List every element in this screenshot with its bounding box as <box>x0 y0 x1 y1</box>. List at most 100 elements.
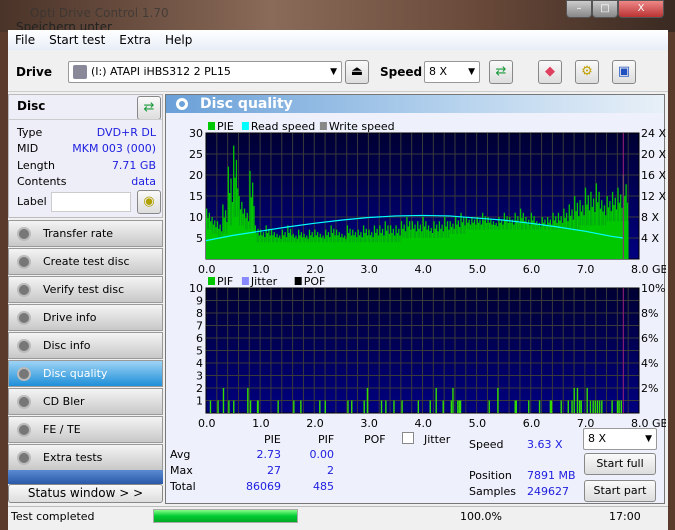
pie-spike <box>360 232 362 259</box>
status-window-button[interactable]: Status window > > <box>8 484 163 503</box>
pie-spike <box>425 221 427 259</box>
pie-spike <box>587 195 589 259</box>
pie-spike <box>390 225 392 259</box>
pif-bar <box>571 400 573 413</box>
erase-button[interactable]: ◆ <box>538 60 562 84</box>
panel-title: Disc quality <box>200 96 293 112</box>
nav-cd-bler[interactable]: CD Bler <box>8 388 163 415</box>
pie-spike <box>212 224 215 259</box>
pie-spike <box>490 219 492 259</box>
y-tick-label: 10 <box>189 211 203 224</box>
pie-spike <box>293 237 296 259</box>
nav-disc-quality[interactable]: Disc quality <box>8 360 163 387</box>
pie-spike <box>337 235 339 259</box>
pie-spike <box>279 235 281 259</box>
nav-verify-test-disc[interactable]: Verify test disc <box>8 276 163 303</box>
x-tick-label: 2.0 <box>306 417 324 430</box>
jitter-checkbox[interactable] <box>402 432 414 444</box>
speed-label: Speed <box>380 65 423 79</box>
menu-start-test[interactable]: Start test <box>42 30 112 50</box>
y-tick-label: 4 <box>196 357 203 370</box>
pie-spike <box>445 226 447 259</box>
nav-fe-te[interactable]: FE / TE <box>8 416 163 443</box>
start-part-button[interactable]: Start part <box>584 480 656 502</box>
settings-button[interactable]: ⚙ <box>575 60 599 84</box>
label-input[interactable] <box>51 192 131 212</box>
y2-tick-label: 8 X <box>641 211 659 224</box>
pie-spike <box>464 225 466 259</box>
nav-create-test-disc[interactable]: Create test disc <box>8 248 163 275</box>
desktop-background: Opti Drive Control 1.70 Speichern unter … <box>0 0 675 34</box>
pie-spike <box>545 224 547 259</box>
pie-spike <box>579 200 581 259</box>
pif-bar <box>528 400 530 413</box>
legend-label: PIE <box>217 120 234 133</box>
pie-spike <box>421 231 423 259</box>
pie-spike <box>496 226 499 259</box>
menu-help[interactable]: Help <box>158 30 199 50</box>
drive-select[interactable]: (I:) ATAPI iHBS312 2 PL15 ▼ <box>68 61 342 83</box>
test-speed-select[interactable]: 8 X ▼ <box>583 428 657 450</box>
pie-spike <box>457 220 459 259</box>
pie-spike <box>476 217 478 259</box>
stat-row-label: Max <box>170 464 193 477</box>
stat-pie-value: 27 <box>267 464 281 477</box>
y-tick-label: 1 <box>196 395 203 408</box>
pie-spike <box>270 229 273 259</box>
eject-button[interactable]: ⏏ <box>345 60 369 84</box>
refresh-button[interactable]: ⇄ <box>489 60 513 84</box>
start-full-button[interactable]: Start full <box>584 453 656 475</box>
test-speed-value: 8 X <box>588 432 607 445</box>
nav-extra-tests[interactable]: Extra tests <box>8 444 163 471</box>
nav-transfer-rate[interactable]: Transfer rate <box>8 220 163 247</box>
pif-bar <box>257 400 259 413</box>
pie-spike <box>262 232 265 259</box>
disc-key: Type <box>17 126 43 139</box>
pie-spike <box>567 221 569 259</box>
pie-spike <box>482 212 484 259</box>
menu-extra[interactable]: Extra <box>112 30 158 50</box>
pie-spike <box>208 212 211 259</box>
nav-disc-info[interactable]: Disc info <box>8 332 163 359</box>
pie-spike <box>423 226 426 259</box>
maximize-button[interactable]: □ <box>592 0 618 18</box>
pie-spike <box>448 229 450 259</box>
pie-spike <box>375 232 377 259</box>
pie-spike <box>348 232 350 259</box>
menu-bar: File Start test Extra Help <box>8 30 668 50</box>
legend-label: POF <box>304 275 326 288</box>
y-tick-label: 5 <box>196 345 203 358</box>
pie-spike <box>454 217 457 259</box>
close-button[interactable]: X <box>618 0 664 18</box>
app-window: File Start test Extra Help Drive (I:) AT… <box>8 30 668 530</box>
x-tick-label: 8.0 GB <box>631 263 666 276</box>
disc-value: data <box>131 175 156 188</box>
pie-spike <box>330 225 332 259</box>
pie-spike <box>219 224 221 259</box>
legend-swatch <box>319 122 327 130</box>
pie-spike <box>498 217 500 259</box>
pie-spike <box>605 215 607 259</box>
pie-spike <box>519 208 522 259</box>
nav-drive-info[interactable]: Drive info <box>8 304 163 331</box>
pif-bar <box>616 400 619 413</box>
y2-tick-label: 10% <box>641 282 665 295</box>
pie-spike <box>206 208 208 259</box>
save-button[interactable]: ▣ <box>612 60 636 84</box>
stat-pif-value: 2 <box>327 464 334 477</box>
nav-label: Transfer rate <box>43 227 114 240</box>
speed-select[interactable]: 8 X ▼ <box>424 61 480 83</box>
disc-refresh-button[interactable]: ⇄ <box>137 96 161 120</box>
y-tick-label: 5 <box>196 232 203 245</box>
y2-tick-label: 20 X <box>641 148 666 161</box>
pie-spike <box>617 187 619 259</box>
minimize-button[interactable]: – <box>566 0 592 18</box>
pie-spike <box>368 229 370 259</box>
disc-icon-button[interactable]: ◉ <box>137 190 161 214</box>
menu-file[interactable]: File <box>8 30 42 50</box>
pie-spike <box>574 196 576 259</box>
pie-spike <box>528 219 530 259</box>
pie-spike <box>611 191 614 259</box>
disc-icon <box>17 310 31 325</box>
pie-spike <box>380 232 382 259</box>
